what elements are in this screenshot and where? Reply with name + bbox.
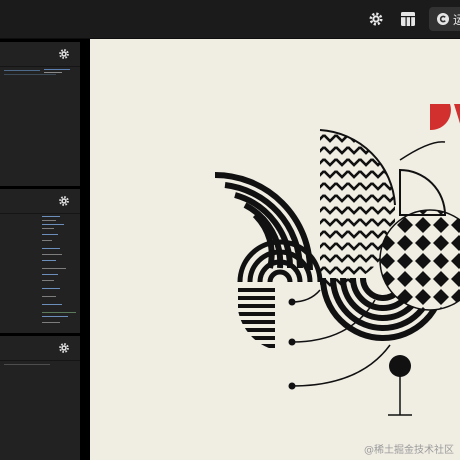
- layout-button[interactable]: [398, 9, 418, 29]
- striped-feather: [238, 286, 275, 350]
- run-button-label: 运: [453, 12, 460, 27]
- panel-header: [0, 189, 80, 214]
- refresh-icon: [437, 13, 449, 25]
- gear-icon: [369, 12, 383, 26]
- head-shape: [399, 168, 447, 216]
- foot-circle: [389, 355, 411, 377]
- geometric-rooster-artwork: [214, 104, 460, 416]
- css-editor-panel: [0, 189, 80, 333]
- settings-button[interactable]: [366, 9, 386, 29]
- run-button[interactable]: 运: [429, 7, 460, 31]
- panel-header: [0, 42, 80, 67]
- comb-shape: [430, 104, 451, 131]
- layout-grid-icon: [401, 12, 415, 26]
- preview-pane: @稀土掘金技术社区: [90, 39, 460, 460]
- js-editor-panel: [0, 336, 80, 460]
- gear-icon[interactable]: [58, 342, 70, 354]
- panel-header: [0, 336, 80, 361]
- gear-icon[interactable]: [58, 195, 70, 207]
- gear-icon[interactable]: [58, 48, 70, 60]
- comb-shape: [454, 104, 460, 124]
- top-toolbar: 运: [0, 0, 460, 39]
- html-editor-panel: [0, 42, 80, 186]
- editor-column: [0, 39, 90, 460]
- watermark: @稀土掘金技术社区: [364, 445, 454, 456]
